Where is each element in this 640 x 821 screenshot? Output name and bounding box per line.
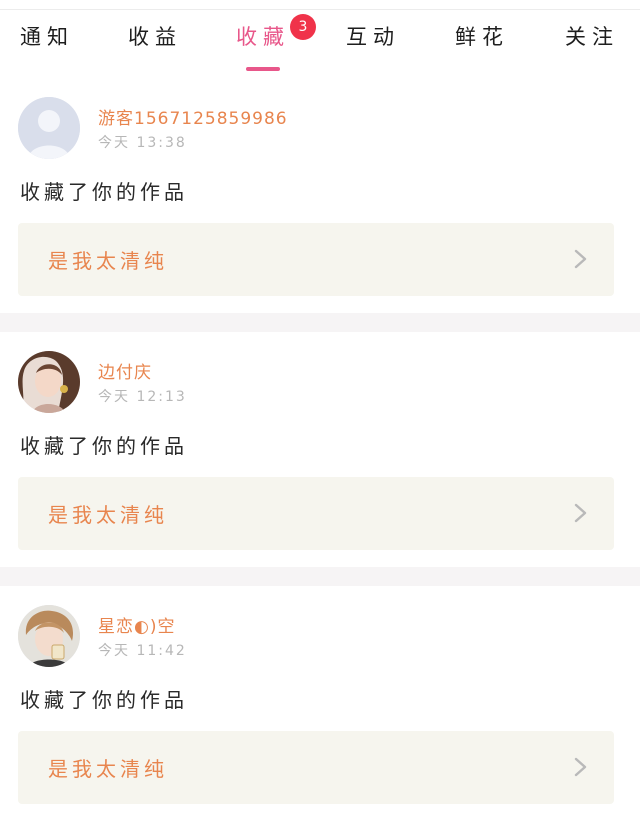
user-photo	[18, 605, 80, 667]
avatar[interactable]	[18, 605, 80, 667]
divider	[0, 313, 640, 332]
list-item: 游客15671258599​86 今天 13:38 收藏了你的作品 是我太清纯	[0, 78, 640, 313]
status-strip	[0, 0, 640, 10]
action-text: 收藏了你的作品	[20, 180, 188, 204]
chevron-right-icon	[574, 757, 587, 777]
username[interactable]: 星恋◐)空	[98, 612, 175, 637]
favorites-feed: 游客15671258599​86 今天 13:38 收藏了你的作品 是我太清纯 …	[0, 78, 640, 821]
work-link[interactable]: 是我太清纯	[18, 477, 614, 550]
tab-label: 通知	[20, 25, 74, 49]
work-title: 是我太清纯	[48, 503, 168, 527]
action-text: 收藏了你的作品	[20, 434, 188, 458]
work-title: 是我太清纯	[48, 757, 168, 781]
username[interactable]: 游客15671258599​86	[98, 104, 288, 129]
tab-label: 关注	[565, 25, 619, 49]
unread-badge: 3	[290, 14, 316, 40]
work-link[interactable]: 是我太清纯	[18, 731, 614, 804]
tab-favorites[interactable]: 收藏 3	[236, 14, 316, 71]
tab-earnings[interactable]: 收益	[128, 21, 182, 69]
tab-bar: 通知 收益 收藏 3 互动 鲜花 关注	[0, 11, 640, 71]
timestamp: 今天 11:42	[98, 643, 187, 659]
list-item: 边付庆 今天 12:13 收藏了你的作品 是我太清纯	[0, 332, 640, 567]
chevron-right-icon	[574, 249, 587, 269]
action-text: 收藏了你的作品	[20, 688, 188, 712]
user-photo	[18, 351, 80, 413]
timestamp: 今天 13:38	[98, 135, 187, 151]
work-title: 是我太清纯	[48, 249, 168, 273]
work-link[interactable]: 是我太清纯	[18, 223, 614, 296]
tab-interactions[interactable]: 互动	[346, 21, 400, 69]
tab-label: 收藏	[236, 25, 290, 49]
active-tab-underline	[246, 67, 280, 71]
list-item: 星恋◐)空 今天 11:42 收藏了你的作品 是我太清纯	[0, 586, 640, 821]
tab-follow[interactable]: 关注	[565, 21, 619, 69]
tab-label: 收益	[128, 25, 182, 49]
avatar[interactable]	[18, 97, 80, 159]
tab-label: 鲜花	[455, 25, 509, 49]
chevron-right-icon	[574, 503, 587, 523]
tab-notifications[interactable]: 通知	[20, 21, 74, 69]
timestamp: 今天 12:13	[98, 389, 187, 405]
username[interactable]: 边付庆	[98, 358, 152, 383]
tab-flowers[interactable]: 鲜花	[455, 21, 509, 69]
default-user-icon	[18, 97, 80, 159]
tab-label: 互动	[346, 25, 400, 49]
avatar[interactable]	[18, 351, 80, 413]
divider	[0, 567, 640, 586]
